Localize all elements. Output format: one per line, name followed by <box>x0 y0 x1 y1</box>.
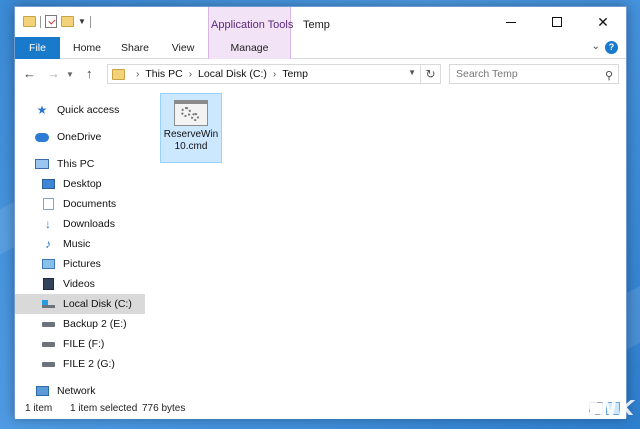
status-selected-count: 1 item selected <box>70 403 138 414</box>
back-arrow-icon[interactable]: ← <box>23 66 36 81</box>
status-bar: 1 item 1 item selected 776 bytes <box>15 399 626 419</box>
forward-arrow-icon[interactable]: → <box>47 66 60 81</box>
address-dropdown-icon[interactable]: ▼ <box>408 68 416 77</box>
quick-access-toolbar: ▼ <box>23 15 91 28</box>
search-input[interactable]: Search Temp ⚲ <box>449 64 619 84</box>
ribbon-tabs: File Home Share View Manage ⌄ ? <box>15 37 626 59</box>
sidebar-item-label: Pictures <box>63 258 101 270</box>
sidebar-item-pictures[interactable]: Pictures <box>15 254 145 274</box>
recent-locations-chevron-icon[interactable]: ▼ <box>66 70 74 79</box>
sidebar-item-label: Quick access <box>57 104 120 116</box>
sidebar-item-label: Desktop <box>63 178 102 190</box>
sidebar-item-desktop[interactable]: Desktop <box>15 174 145 194</box>
search-icon: ⚲ <box>604 70 613 82</box>
sidebar-item-label: This PC <box>57 158 95 170</box>
drive-icon <box>41 338 55 350</box>
cloud-icon <box>35 131 49 143</box>
file-item-reservewin10-cmd[interactable]: ReserveWin 10.cmd <box>160 93 222 163</box>
sidebar-item-backup-2-e[interactable]: Backup 2 (E:) <box>15 314 145 334</box>
sidebar-item-file-2-g[interactable]: FILE 2 (G:) <box>15 354 145 374</box>
breadcrumb-chevron-icon[interactable]: › <box>189 69 192 80</box>
sidebar-item-label: Local Disk (C:) <box>63 298 132 310</box>
star-icon: ★ <box>36 103 48 117</box>
search-placeholder: Search Temp <box>456 68 518 80</box>
tab-manage[interactable]: Manage <box>208 37 291 59</box>
sidebar-item-quick-access[interactable]: ★ Quick access <box>15 100 145 120</box>
sidebar-item-music[interactable]: ♪ Music <box>15 234 145 254</box>
refresh-icon[interactable]: ↻ <box>420 65 440 83</box>
expand-ribbon-chevron-icon[interactable]: ⌄ <box>592 41 600 52</box>
pictures-icon <box>41 258 55 270</box>
navigation-pane: ★ Quick access OneDrive This PC Desktop … <box>15 89 145 399</box>
maximize-button[interactable] <box>534 7 580 37</box>
tab-share[interactable]: Share <box>115 37 155 59</box>
documents-icon <box>41 198 55 210</box>
sidebar-item-videos[interactable]: Videos <box>15 274 145 294</box>
sidebar-item-file-f[interactable]: FILE (F:) <box>15 334 145 354</box>
qat-separator <box>89 15 91 28</box>
explorer-window: ▼ Application Tools Temp ✕ File Home Sha… <box>14 6 627 419</box>
gear-icon <box>191 113 199 121</box>
close-icon: ✕ <box>597 14 609 30</box>
file-name-line1: ReserveWin <box>163 129 219 140</box>
computer-icon <box>35 158 49 170</box>
title-bar: ▼ Application Tools Temp ✕ <box>15 7 626 45</box>
breadcrumb-chevron-icon[interactable]: › <box>136 69 139 80</box>
cmd-script-icon <box>174 100 208 126</box>
sidebar-item-this-pc[interactable]: This PC <box>15 154 145 174</box>
status-selected-size: 776 bytes <box>142 403 186 414</box>
folder-icon[interactable] <box>23 16 36 27</box>
sidebar-item-label: FILE 2 (G:) <box>63 358 115 370</box>
breadcrumb-this-pc[interactable]: This PC <box>145 68 182 80</box>
watermark-logo: GENK <box>565 396 636 420</box>
gear-icon <box>181 107 191 117</box>
breadcrumb-local-disk[interactable]: Local Disk (C:) <box>198 68 267 80</box>
sidebar-item-label: FILE (F:) <box>63 338 105 350</box>
sidebar-item-label: OneDrive <box>57 131 102 143</box>
sidebar-item-local-disk-c[interactable]: Local Disk (C:) <box>15 294 145 314</box>
tab-home[interactable]: Home <box>67 37 107 59</box>
system-drive-icon <box>41 298 55 310</box>
tab-view[interactable]: View <box>163 37 203 59</box>
sidebar-item-label: Network <box>57 385 96 397</box>
address-bar[interactable]: › This PC › Local Disk (C:) › Temp ▼ ↻ <box>107 64 441 84</box>
help-icon[interactable]: ? <box>605 41 618 54</box>
drive-icon <box>41 318 55 330</box>
videos-icon <box>41 278 55 290</box>
folder-icon <box>112 68 125 80</box>
maximize-icon <box>552 17 562 27</box>
new-folder-icon[interactable] <box>61 16 74 27</box>
sidebar-item-label: Downloads <box>63 218 115 230</box>
music-icon: ♪ <box>45 237 51 251</box>
minimize-icon <box>506 21 516 23</box>
sidebar-item-documents[interactable]: Documents <box>15 194 145 214</box>
download-icon: ↓ <box>45 217 51 231</box>
status-item-count: 1 item <box>25 403 53 414</box>
sidebar-item-onedrive[interactable]: OneDrive <box>15 127 145 147</box>
file-list-pane[interactable]: ReserveWin 10.cmd <box>146 89 626 399</box>
tab-file[interactable]: File <box>15 37 60 59</box>
qat-separator <box>40 15 41 28</box>
file-name-line2: 10.cmd <box>174 141 208 152</box>
close-button[interactable]: ✕ <box>580 7 626 37</box>
sidebar-item-network[interactable]: Network <box>15 381 145 401</box>
sidebar-item-downloads[interactable]: ↓ Downloads <box>15 214 145 234</box>
desktop-icon <box>41 178 55 190</box>
qat-dropdown-icon[interactable]: ▼ <box>78 17 86 26</box>
sidebar-item-label: Videos <box>63 278 95 290</box>
breadcrumb-temp[interactable]: Temp <box>282 68 308 80</box>
properties-icon[interactable] <box>45 15 57 28</box>
drive-icon <box>41 358 55 370</box>
up-arrow-icon[interactable]: ↑ <box>86 66 93 81</box>
breadcrumb-chevron-icon[interactable]: › <box>273 69 276 80</box>
navigation-bar: ← → ▼ ↑ › This PC › Local Disk (C:) › Te… <box>15 59 626 89</box>
network-icon <box>35 385 49 397</box>
window-title: Temp <box>303 19 330 31</box>
context-tab-group-label: Application Tools <box>211 19 294 31</box>
sidebar-item-label: Music <box>63 238 91 250</box>
minimize-button[interactable] <box>488 7 534 37</box>
sidebar-item-label: Documents <box>63 198 117 210</box>
sidebar-item-label: Backup 2 (E:) <box>63 318 127 330</box>
